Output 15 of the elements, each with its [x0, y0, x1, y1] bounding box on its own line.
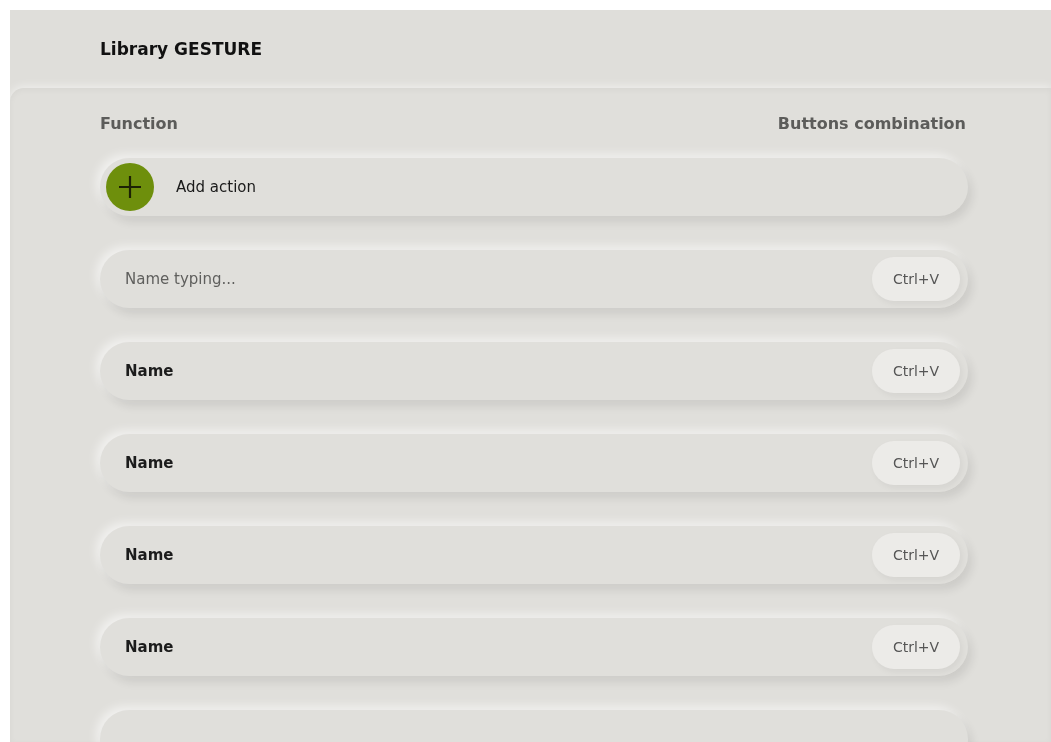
action-name: Name: [125, 546, 174, 564]
add-action-button[interactable]: Add action: [100, 158, 968, 216]
shortcut-chip[interactable]: Ctrl+V: [872, 625, 960, 669]
page-title: Library GESTURE: [100, 39, 262, 59]
action-name: Name: [125, 638, 174, 656]
shortcut-chip[interactable]: Ctrl+V: [872, 349, 960, 393]
shortcut-chip[interactable]: Ctrl+V: [872, 441, 960, 485]
action-name: Name: [125, 362, 174, 380]
shortcut-chip[interactable]: Ctrl+V: [872, 257, 960, 301]
name-input-field[interactable]: Name typing...: [125, 270, 525, 288]
plus-icon: [106, 163, 154, 211]
column-header: Function: [100, 113, 178, 133]
shortcut-chip[interactable]: Ctrl+V: [872, 533, 960, 577]
column-header: Buttons combination: [777, 113, 966, 133]
action-name: Name: [125, 454, 174, 472]
